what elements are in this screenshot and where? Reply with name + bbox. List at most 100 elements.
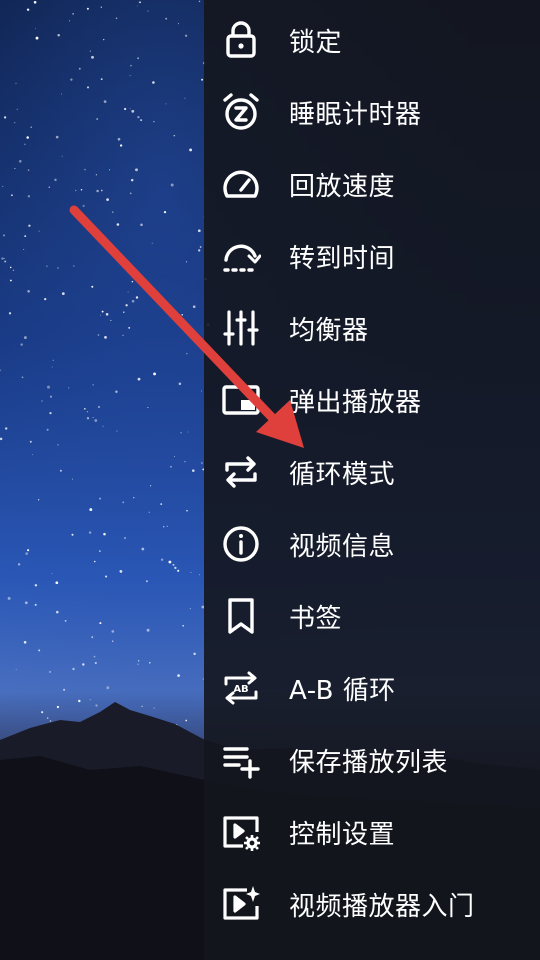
star [72,13,74,15]
menu-item-sleep-timer[interactable]: 睡眠计时器 [204,76,540,148]
star [84,408,86,410]
star [48,186,51,189]
menu-item-label: 视频播放器入门 [289,891,475,922]
star [163,210,167,214]
menu-item-bookmarks[interactable]: 书签 [204,580,540,652]
star [28,224,31,227]
star [137,115,140,119]
star [99,314,101,316]
star [186,352,188,355]
star [106,686,110,690]
star [86,411,89,413]
repeat-icon [219,450,263,494]
menu-item-label: 均衡器 [289,315,369,346]
menu-item-label: 转到时间 [289,243,396,274]
playlist-add-icon [219,738,263,782]
star [178,382,182,386]
star [61,155,63,157]
menu-item-label: 锁定 [289,27,343,58]
star [193,652,196,656]
star [33,0,37,4]
star [64,619,67,622]
menu-item-save-playlist[interactable]: 保存播放列表 [204,724,540,796]
star [160,503,163,506]
star [3,116,7,119]
star [2,185,4,188]
menu-item-jump-to-time[interactable]: 转到时间 [204,220,540,292]
star [59,469,62,472]
star [95,174,98,176]
star [99,550,101,552]
star [147,10,149,12]
star [152,81,155,84]
star [20,343,23,346]
star [148,511,150,513]
star [151,242,153,244]
star [47,385,50,389]
star [201,462,203,464]
menu-item-ab-repeat[interactable]: AB A-B 循环 [204,652,540,724]
star [29,440,32,443]
star [101,310,104,313]
star [60,93,63,95]
star [128,326,131,329]
star [122,334,124,336]
star [9,279,12,282]
star [149,662,151,664]
star [163,526,165,528]
star [91,55,94,59]
bookmark-icon [219,594,263,638]
star [170,465,172,468]
star [106,198,109,201]
star [49,395,53,398]
star [84,168,86,171]
star [23,336,27,340]
star [182,624,185,627]
star [70,78,73,81]
star [111,630,115,633]
star [38,230,40,232]
star [8,312,12,315]
star [96,189,99,193]
star [9,266,12,269]
star [187,431,189,433]
star [34,27,36,29]
menu-item-popup-player[interactable]: 弹出播放器 [204,364,540,436]
menu-item-label: 控制设置 [289,819,396,850]
star [201,390,202,392]
star [63,688,66,691]
menu-item-playback-speed[interactable]: 回放速度 [204,148,540,220]
star [198,574,201,576]
star [168,312,170,314]
menu-item-lock[interactable]: 锁定 [204,4,540,76]
star [4,260,7,263]
star [61,292,65,295]
star [23,248,25,250]
star [55,135,59,139]
star [116,430,118,432]
star [93,655,96,658]
menu-item-equalizer[interactable]: 均衡器 [204,292,540,364]
menu-item-repeat-mode[interactable]: 循环模式 [204,436,540,508]
star [97,334,100,336]
star [181,313,184,316]
menu-item-label: 睡眠计时器 [289,99,422,130]
star [68,20,70,22]
star [189,148,193,152]
star [26,136,29,139]
star [111,211,114,213]
star [97,405,101,409]
menu-item-label: 循环模式 [289,459,396,490]
star [68,387,70,389]
star [180,432,182,434]
menu-item-video-player-intro[interactable]: 视频播放器入门 [204,868,540,940]
star [99,622,102,625]
star [102,38,105,41]
star [56,610,59,614]
star [12,269,15,271]
star [100,78,103,81]
menu-item-video-info[interactable]: 视频信息 [204,508,540,580]
star [52,359,54,361]
menu-item-control-settings[interactable]: 控制设置 [204,796,540,868]
star [119,570,123,573]
